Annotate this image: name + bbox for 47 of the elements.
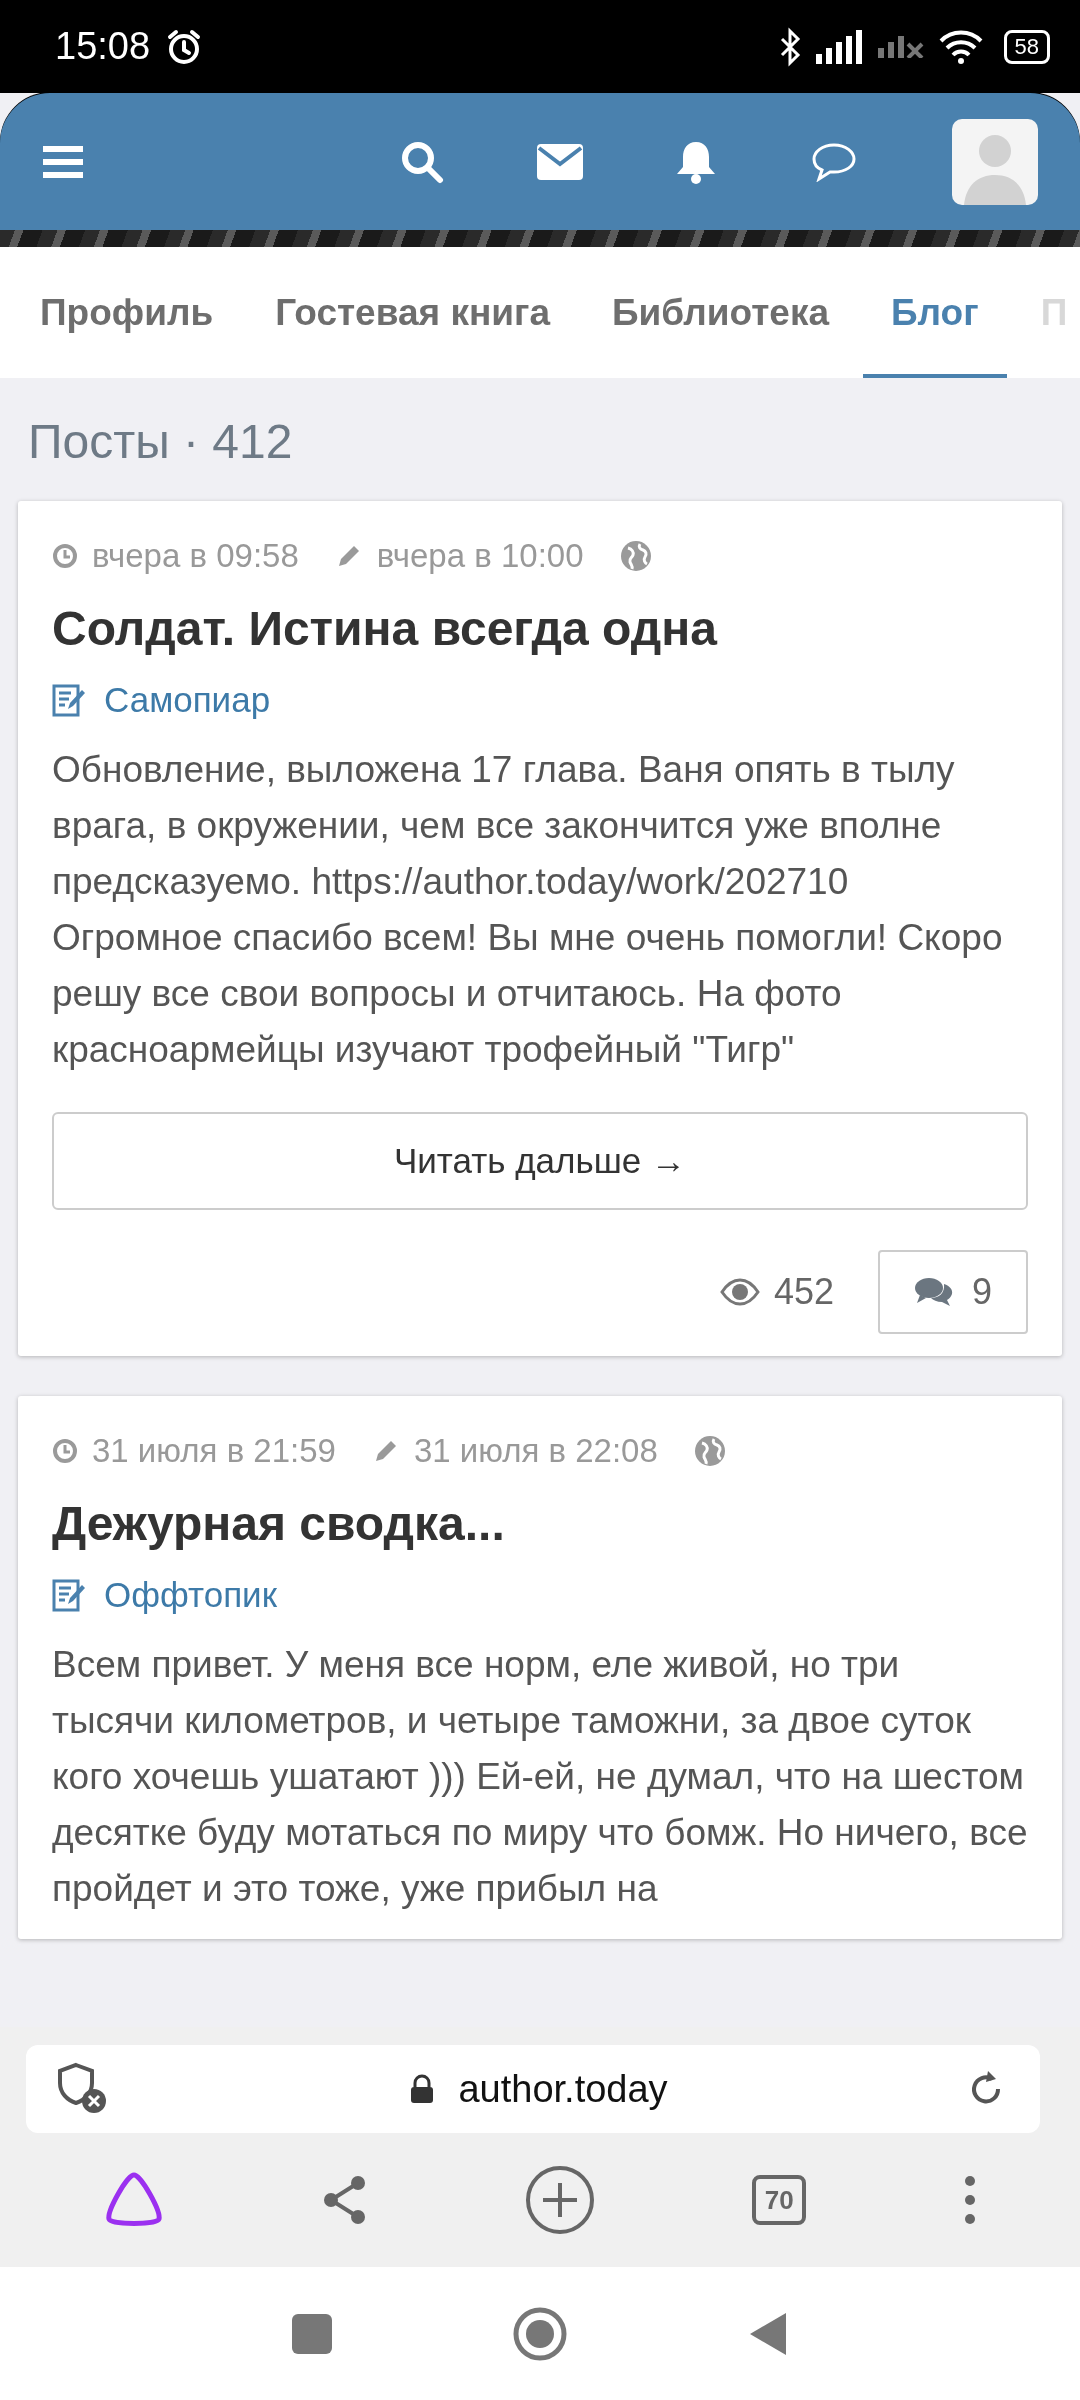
bell-icon[interactable] (675, 139, 717, 184)
comments-button[interactable]: 9 (877, 1250, 1028, 1334)
comments-icon (913, 1276, 954, 1308)
search-icon[interactable] (400, 139, 444, 184)
category-link[interactable]: Самопиар (104, 680, 271, 720)
home-icon[interactable] (512, 2305, 568, 2362)
post-text: Всем привет. У меня все норм, еле живой, но три тысячи километров, и четыре таможни, за двое суток кого хочешь ушатают ))) Ей-ей, не думал, что на шестом десятке буду мотаться по миру что бомж. Но ничего, все пройдет и это тоже, уже прибыл на (52, 1643, 1028, 1911)
status-time: 15:08 (55, 25, 151, 68)
wifi-icon (937, 28, 984, 65)
profile-tab[interactable]: Гостевая книга (247, 247, 578, 378)
view-count: 452 (773, 1271, 834, 1313)
profile-tab[interactable]: Профиль (12, 247, 242, 378)
signal-icon (815, 29, 864, 64)
lock-icon (410, 2074, 435, 2104)
post-title[interactable]: Дежурная сводка... (52, 1496, 1028, 1551)
battery-indicator: 58 (1003, 29, 1050, 64)
post-text: Обновление, выложена 17 глава. Ваня опять в тылу врага, в окружении, чем все закончится уже вполне предсказуемо. https://author.today/work/202710 Огромное спасибо всем! Вы мне очень помогли! Скоро решу все свои вопросы и отчитаюсь. На фото красноармейцы изучают трофейный "Тигр" (52, 748, 1004, 1072)
recents-icon[interactable] (292, 2313, 332, 2354)
signal-off-icon (877, 35, 924, 58)
profile-tab[interactable]: Блог (863, 247, 1007, 378)
envelope-icon[interactable] (537, 143, 583, 180)
post-title[interactable]: Солдат. Истина всегда одна (52, 601, 1028, 656)
back-icon[interactable] (748, 2310, 788, 2357)
clock-icon (52, 543, 78, 569)
edit-date: 31 июля в 22:08 (413, 1432, 658, 1470)
share-icon[interactable] (321, 2175, 368, 2225)
avatar[interactable] (952, 118, 1038, 205)
section-title: Посты · 412 (28, 414, 294, 469)
eye-icon (719, 1278, 760, 1306)
category-link[interactable]: Оффтопик (104, 1575, 277, 1615)
clock-icon (52, 1438, 78, 1464)
url-text: author.today (458, 2067, 668, 2111)
menu-icon[interactable] (43, 145, 83, 178)
edit-date: вчера в 10:00 (376, 537, 584, 575)
globe-icon (693, 1435, 726, 1467)
note-icon (52, 683, 86, 717)
add-tab-icon[interactable] (524, 2165, 595, 2235)
post-date: вчера в 09:58 (92, 537, 299, 575)
tabs-button[interactable]: 70 (752, 2175, 807, 2225)
note-icon (52, 1578, 86, 1612)
read-more-button[interactable]: Читать дальше → (52, 1112, 1028, 1210)
profile-tab[interactable]: Библиотека (584, 247, 857, 378)
post-date: 31 июля в 21:59 (92, 1432, 336, 1470)
more-icon[interactable] (963, 2175, 978, 2225)
address-bar[interactable]: author.today (26, 2045, 1040, 2133)
globe-icon (619, 540, 652, 572)
chat-icon[interactable] (811, 141, 857, 182)
